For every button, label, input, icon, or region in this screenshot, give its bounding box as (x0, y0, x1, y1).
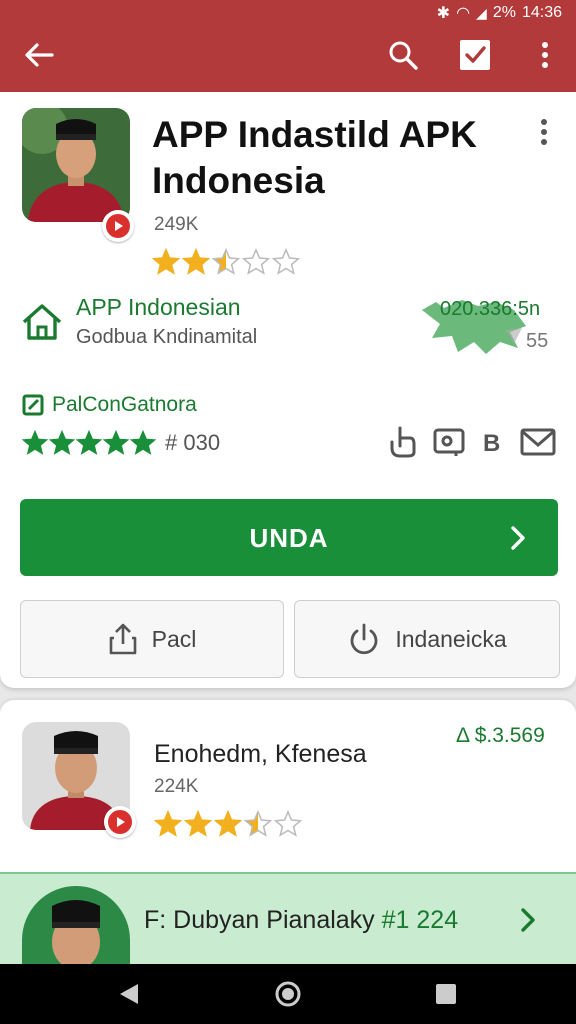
rating-stars (152, 248, 300, 276)
secondary-button[interactable]: Indaneicka (294, 600, 560, 678)
status-bar: ✱ ◠ ◢ 2% 14:36 (437, 2, 562, 24)
star-half-icon (244, 810, 272, 837)
related-app-price: Δ $.3.569 (456, 724, 545, 747)
video-badge[interactable] (102, 210, 134, 242)
storage-icon[interactable] (432, 424, 468, 460)
more-vert-icon[interactable] (528, 38, 562, 72)
category-rating: # 030 (22, 430, 220, 456)
mail-icon[interactable] (520, 424, 556, 460)
app-icon-avatar[interactable] (22, 108, 130, 222)
touch-icon[interactable] (386, 424, 422, 460)
edit-icon (22, 394, 44, 416)
star-full-icon (130, 430, 156, 455)
checkbox-icon[interactable] (458, 38, 492, 72)
star-full-icon (182, 248, 210, 275)
download-count: 249K (154, 214, 199, 235)
bluetooth-b-icon[interactable]: B (478, 424, 514, 460)
category-link[interactable]: PalConGatnora (22, 393, 197, 417)
star-empty-icon (242, 248, 270, 275)
search-icon[interactable] (386, 38, 420, 72)
related-download-count: 224K (154, 776, 199, 797)
rating-count: # 030 (165, 430, 221, 455)
secondary-label: Indaneicka (395, 625, 507, 652)
star-full-icon (76, 430, 102, 455)
install-label: UNDA (249, 523, 329, 553)
power-icon (350, 623, 378, 655)
nav-back-icon[interactable] (114, 978, 146, 1010)
share-button[interactable]: Pacl (20, 600, 284, 678)
wifi-icon: ◠ (456, 5, 471, 22)
star-full-icon (49, 430, 75, 455)
developer-subtitle: Godbua Kndinamital (76, 326, 258, 348)
nav-recents-icon[interactable] (430, 978, 462, 1010)
home-icon (22, 304, 62, 340)
chevron-right-icon[interactable] (518, 906, 538, 934)
app-bar: ✱ ◠ ◢ 2% 14:36 (0, 0, 576, 92)
play-icon (115, 221, 123, 231)
star-full-icon (103, 430, 129, 455)
related-app-rank: #1 224 (381, 906, 459, 934)
install-button[interactable]: UNDA (20, 499, 558, 576)
battery-text: 2% (492, 4, 516, 21)
signal-icon: ◢ (476, 4, 487, 21)
developer-name[interactable]: APP Indonesian (76, 294, 241, 321)
splash-number: 55 (526, 330, 549, 352)
share-icon (109, 623, 136, 655)
star-full-icon (214, 810, 242, 837)
green-stars (22, 430, 156, 456)
related-rating-stars (154, 810, 302, 838)
star-full-icon (184, 810, 212, 837)
star-full-icon (154, 810, 182, 837)
star-full-icon (152, 248, 180, 275)
video-badge[interactable] (104, 806, 136, 838)
bluetooth-icon: ✱ (436, 5, 451, 22)
related-app-title: F: Dubyan Pianalaky (144, 906, 375, 934)
star-empty-icon (274, 810, 302, 837)
share-label: Pacl (151, 625, 197, 652)
clock: 14:36 (521, 4, 562, 21)
star-half-icon (212, 248, 240, 275)
star-full-icon (22, 430, 48, 455)
nav-home-icon[interactable] (272, 978, 304, 1010)
chevron-right-icon (511, 526, 525, 550)
related-app-name: F: Dubyan Pianalaky #1 224 (144, 906, 458, 935)
more-vert-icon[interactable] (530, 116, 558, 148)
svg-text:B: B (483, 430, 500, 457)
splash-value: 020.336:5n (440, 298, 541, 320)
category-label: PalConGatnora (52, 393, 197, 416)
play-icon (117, 817, 125, 827)
app-title: APP Indastild APK Indonesia (152, 114, 477, 201)
related-app-name: Enohedm, Kfenesa (154, 740, 367, 768)
system-nav-bar (0, 964, 576, 1024)
arrow-left-icon[interactable] (22, 38, 56, 72)
star-empty-icon (272, 248, 300, 275)
